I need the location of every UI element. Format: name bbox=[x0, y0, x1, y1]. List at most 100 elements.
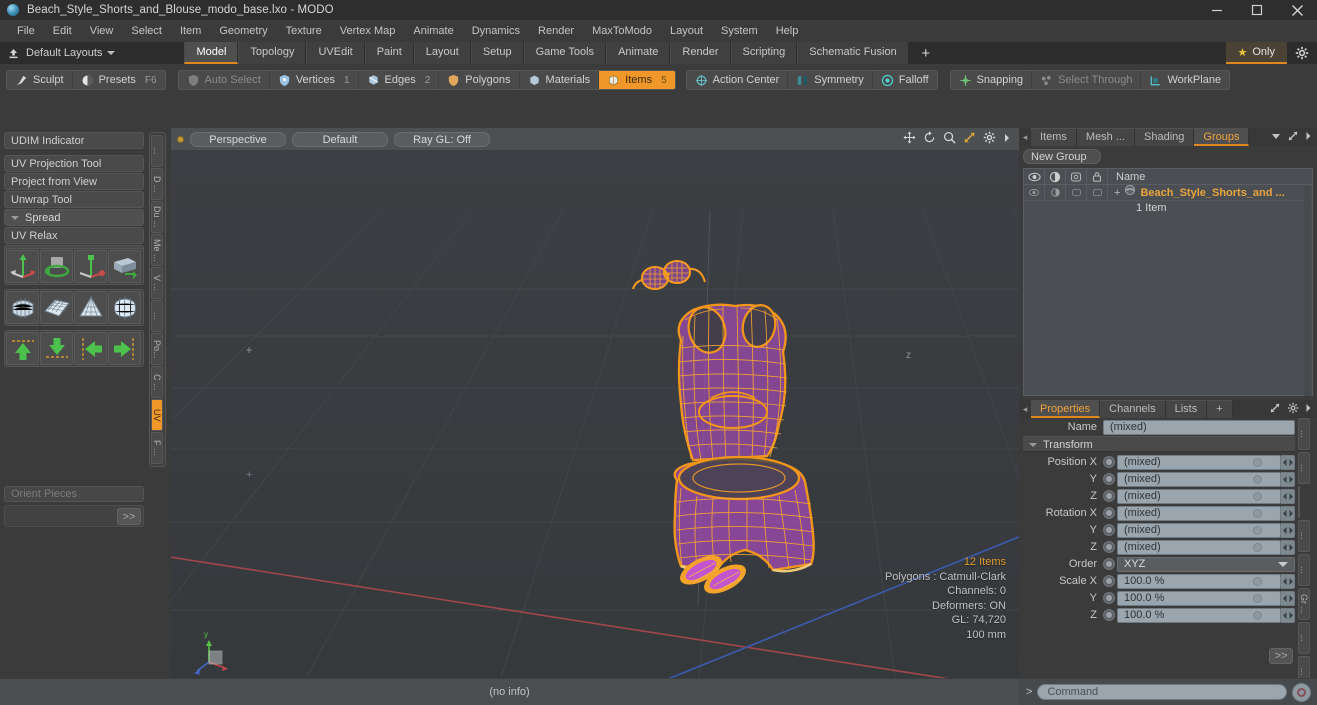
property-spinner[interactable] bbox=[1281, 573, 1295, 589]
layout-tab-model[interactable]: Model bbox=[184, 42, 239, 64]
left-vtab-v[interactable]: V ... bbox=[151, 267, 163, 299]
upload-layout-icon[interactable] bbox=[0, 47, 26, 60]
default-layouts-dropdown[interactable]: Default Layouts bbox=[26, 47, 123, 59]
uv-align-up-icon[interactable] bbox=[6, 332, 39, 365]
minimize-icon[interactable] bbox=[1197, 0, 1237, 20]
menu-item-dynamics[interactable]: Dynamics bbox=[463, 20, 529, 42]
maximize-icon[interactable] bbox=[1237, 0, 1277, 20]
uv-box-map-icon[interactable] bbox=[108, 291, 141, 324]
menu-item-help[interactable]: Help bbox=[767, 20, 808, 42]
property-input-y[interactable]: (mixed) bbox=[1117, 522, 1281, 538]
menu-item-vertex-map[interactable]: Vertex Map bbox=[331, 20, 405, 42]
mode-button-falloff[interactable]: Falloff bbox=[873, 71, 937, 89]
tool-project-from-view[interactable]: Project from View bbox=[4, 173, 144, 190]
mode-button-presets[interactable]: Presets F6 bbox=[73, 71, 165, 89]
layout-tab-uvedit[interactable]: UVEdit bbox=[306, 42, 365, 64]
expand-icon[interactable] bbox=[1269, 402, 1281, 417]
layout-tab-paint[interactable]: Paint bbox=[364, 42, 414, 64]
property-input-z[interactable]: (mixed) bbox=[1117, 539, 1281, 555]
row-shading-icon[interactable] bbox=[1045, 185, 1066, 200]
chevron-right-icon[interactable] bbox=[1003, 132, 1011, 147]
property-input-y[interactable]: (mixed) bbox=[1117, 471, 1281, 487]
property-input-position-x[interactable]: (mixed) bbox=[1117, 454, 1281, 470]
layout-tab-setup[interactable]: Setup bbox=[470, 42, 524, 64]
viewport-canvas[interactable]: z + y 12 Items Polygons: Catmull-Clark … bbox=[171, 150, 1019, 678]
property-spinner[interactable] bbox=[1281, 539, 1295, 555]
group-tree-scrollbar[interactable] bbox=[1304, 186, 1311, 396]
row-render-toggle[interactable] bbox=[1066, 185, 1087, 200]
property-key-dot[interactable] bbox=[1253, 491, 1262, 501]
close-icon[interactable] bbox=[1277, 0, 1317, 20]
right-vtab-n3[interactable]: ... bbox=[1298, 520, 1310, 552]
property-key-dot[interactable] bbox=[1253, 542, 1262, 552]
view-mode-dropdown[interactable]: Perspective bbox=[190, 131, 286, 147]
left-vtab-d[interactable]: D ... bbox=[151, 168, 163, 200]
mode-button-auto-select[interactable]: Auto Select bbox=[179, 71, 270, 89]
expand-icon[interactable] bbox=[1287, 130, 1299, 145]
mode-button-edges[interactable]: Edges 2 bbox=[359, 71, 440, 89]
layout-tab-animate[interactable]: Animate bbox=[606, 42, 671, 64]
right-vtab-gr[interactable]: Gr ... bbox=[1298, 588, 1310, 620]
chevron-down-icon[interactable] bbox=[1271, 131, 1281, 144]
uv-sphere-map-icon[interactable] bbox=[6, 291, 39, 324]
viewport-menu-dot[interactable] bbox=[177, 135, 184, 143]
viewport-settings-icon[interactable] bbox=[983, 131, 996, 147]
pan-icon[interactable] bbox=[903, 131, 916, 147]
property-spinner[interactable] bbox=[1281, 522, 1295, 538]
right-vtab-n6[interactable]: ... bbox=[1298, 622, 1310, 654]
left-vtab-me[interactable]: Me ... bbox=[151, 234, 163, 266]
props-scroll-left-icon[interactable]: ◂ bbox=[1019, 400, 1031, 418]
expander-icon[interactable]: + bbox=[1114, 185, 1120, 200]
menu-item-maxtomodo[interactable]: MaxToModo bbox=[583, 20, 661, 42]
chevron-right-icon[interactable] bbox=[1305, 403, 1312, 416]
mode-button-vertices[interactable]: Vertices 1 bbox=[270, 71, 359, 89]
property-key-dot[interactable] bbox=[1253, 525, 1262, 535]
property-channel-toggle[interactable] bbox=[1103, 592, 1115, 604]
right-vtab-n1[interactable]: ... bbox=[1298, 452, 1310, 484]
menu-item-item[interactable]: Item bbox=[171, 20, 210, 42]
property-channel-toggle[interactable] bbox=[1103, 490, 1115, 502]
uv-cone-map-icon[interactable] bbox=[74, 291, 107, 324]
mode-button-items[interactable]: Items 5 bbox=[599, 71, 675, 89]
items-tab-items[interactable]: Items bbox=[1031, 128, 1077, 146]
property-key-dot[interactable] bbox=[1253, 508, 1262, 518]
left-vtab-po[interactable]: Po... bbox=[151, 333, 163, 365]
property-spinner[interactable] bbox=[1281, 471, 1295, 487]
left-vtab-n0[interactable]: ... bbox=[151, 135, 163, 167]
layout-tab-render[interactable]: Render bbox=[670, 42, 731, 64]
right-vtab-n4[interactable]: ... bbox=[1298, 554, 1310, 586]
fit-icon[interactable] bbox=[963, 131, 976, 147]
items-tab-groups[interactable]: Groups bbox=[1194, 128, 1250, 146]
properties-more-button[interactable]: >> bbox=[1269, 648, 1293, 664]
property-spinner[interactable] bbox=[1281, 590, 1295, 606]
property-input-z[interactable]: (mixed) bbox=[1117, 488, 1281, 504]
orient-pieces-button[interactable]: Orient Pieces bbox=[4, 486, 144, 502]
left-vtab-du[interactable]: Du ... bbox=[151, 201, 163, 233]
property-input-y[interactable]: 100.0 % bbox=[1117, 590, 1281, 606]
uv-align-down-icon[interactable] bbox=[40, 332, 73, 365]
name-input[interactable]: (mixed) bbox=[1103, 419, 1295, 435]
properties-tab-properties[interactable]: Properties bbox=[1031, 400, 1101, 418]
property-channel-toggle[interactable] bbox=[1103, 541, 1115, 553]
tool-unwrap-tool[interactable]: Unwrap Tool bbox=[4, 191, 144, 208]
property-channel-toggle[interactable] bbox=[1103, 558, 1115, 570]
property-key-dot[interactable] bbox=[1253, 474, 1262, 484]
uv-scale-icon[interactable] bbox=[74, 250, 107, 283]
menu-item-texture[interactable]: Texture bbox=[277, 20, 331, 42]
property-key-dot[interactable] bbox=[1253, 610, 1262, 620]
mode-button-polygons[interactable]: Polygons bbox=[439, 71, 520, 89]
uv-align-right-icon[interactable] bbox=[108, 332, 141, 365]
property-key-dot[interactable] bbox=[1253, 576, 1262, 586]
menu-item-animate[interactable]: Animate bbox=[404, 20, 462, 42]
uv-move-icon[interactable] bbox=[6, 250, 39, 283]
property-key-dot[interactable] bbox=[1253, 457, 1262, 467]
property-channel-toggle[interactable] bbox=[1103, 609, 1115, 621]
menu-item-select[interactable]: Select bbox=[122, 20, 171, 42]
right-vtab-n2[interactable] bbox=[1298, 486, 1300, 518]
property-input-z[interactable]: 100.0 % bbox=[1117, 607, 1281, 623]
add-layout-button[interactable]: + bbox=[908, 42, 943, 64]
layout-tab-game-tools[interactable]: Game Tools bbox=[523, 42, 607, 64]
mode-button-select-through[interactable]: Select Through bbox=[1032, 71, 1142, 89]
only-toggle[interactable]: ★ Only bbox=[1225, 42, 1287, 64]
uv-plane-map-icon[interactable] bbox=[40, 291, 73, 324]
